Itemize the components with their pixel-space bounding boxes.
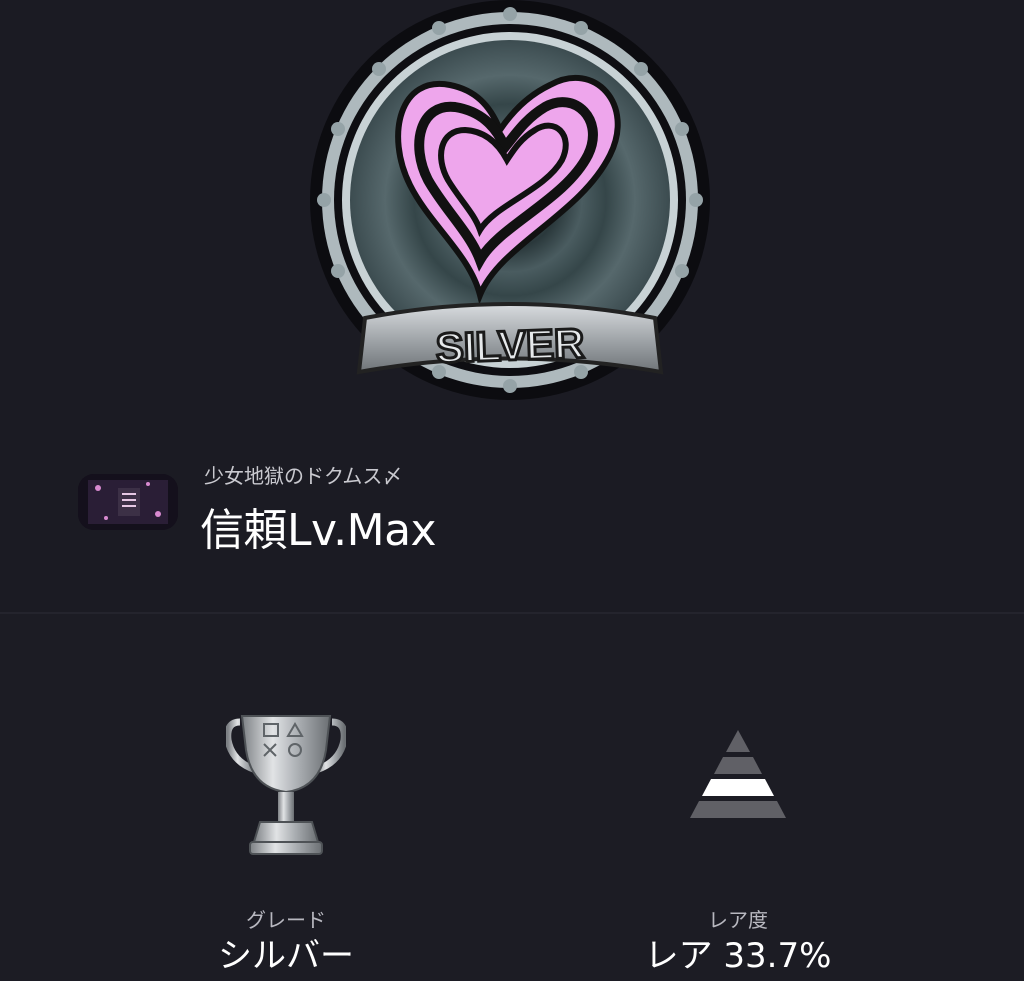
trophy-title: 信頼Lv.Max bbox=[200, 505, 437, 556]
grade-stat: グレード シルバー bbox=[126, 700, 446, 976]
rarity-stat: レア度 レア 33.7% bbox=[578, 700, 898, 976]
game-art-icon bbox=[78, 474, 178, 530]
rarity-value: レア 33.7% bbox=[644, 936, 832, 976]
grade-value: シルバー bbox=[218, 936, 354, 976]
heart-silver-badge-icon: SILVER bbox=[310, 0, 710, 400]
game-thumbnail[interactable] bbox=[78, 474, 178, 530]
rarity-pyramid-icon bbox=[690, 730, 786, 818]
badge-label: SILVER bbox=[435, 319, 585, 371]
trophy-detail-screen: SILVER 少女地獄のドクムス〆 信頼Lv.Max グレード シルバー レア度… bbox=[0, 0, 1024, 981]
game-name: 少女地獄のドクムス〆 bbox=[204, 464, 403, 488]
silver-trophy-icon bbox=[226, 715, 346, 855]
trophy-info-row: 少女地獄のドクムス〆 信頼Lv.Max bbox=[78, 460, 978, 560]
